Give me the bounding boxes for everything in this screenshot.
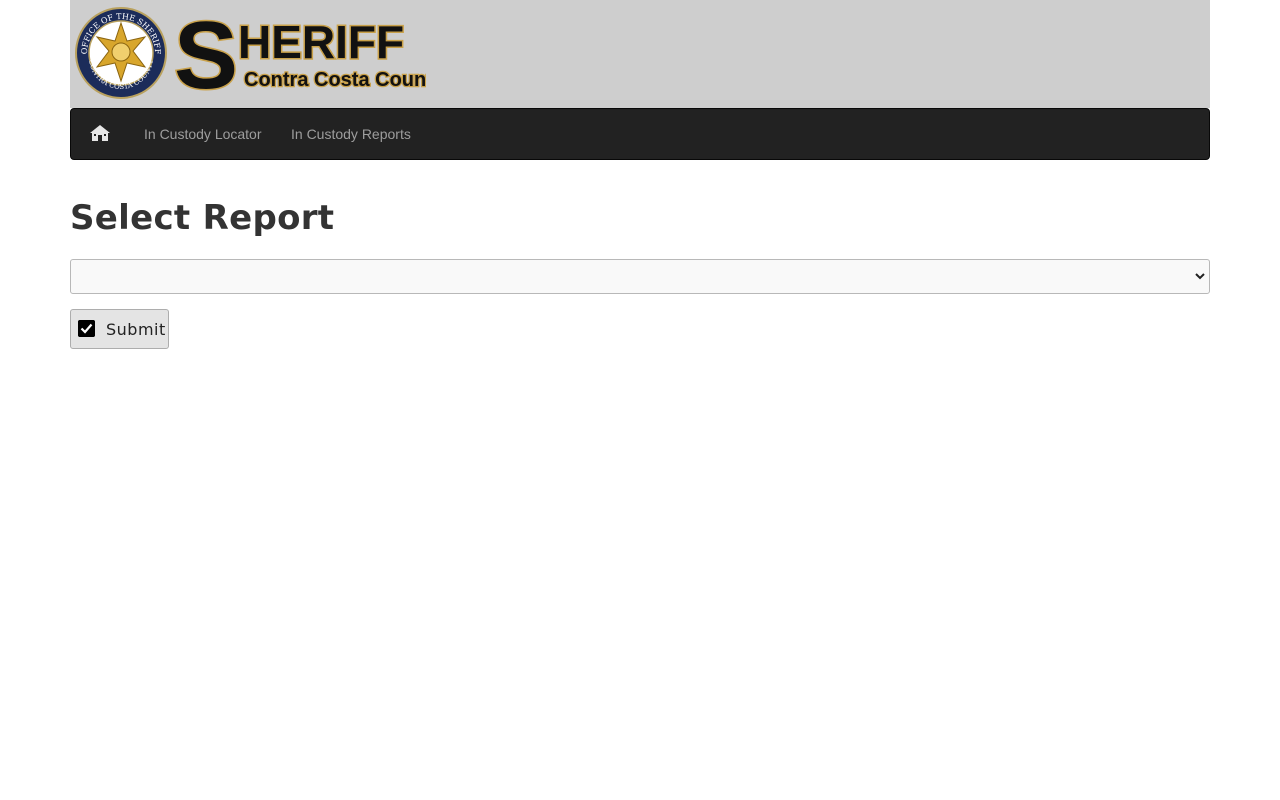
- submit-button-label: Submit: [106, 320, 166, 339]
- page-container: OFFICE OF THE SHERIFF CONTRA COSTA COUNT…: [70, 0, 1210, 349]
- logo-s-letter: S: [174, 4, 238, 102]
- nav-link-in-custody-reports[interactable]: In Custody Reports: [291, 126, 411, 142]
- logo-sub-text: Contra Costa County: [244, 69, 426, 91]
- nav-link-in-custody-locator[interactable]: In Custody Locator: [144, 126, 262, 142]
- header-banner: OFFICE OF THE SHERIFF CONTRA COSTA COUNT…: [70, 0, 1210, 108]
- main-navbar: In Custody Locator In Custody Reports: [70, 108, 1210, 160]
- report-select[interactable]: [70, 259, 1210, 294]
- home-icon[interactable]: [89, 123, 111, 143]
- check-icon: [78, 320, 95, 337]
- sheriff-seal-logo: OFFICE OF THE SHERIFF CONTRA COSTA COUNT…: [75, 7, 167, 99]
- page-title: Select Report: [70, 198, 335, 238]
- logo-main-text: HERIFF: [238, 16, 404, 68]
- chevron-down-icon: [1195, 273, 1205, 280]
- submit-button[interactable]: Submit: [70, 309, 169, 349]
- sheriff-wordmark-logo: S HERIFF Contra Costa County: [173, 4, 427, 102]
